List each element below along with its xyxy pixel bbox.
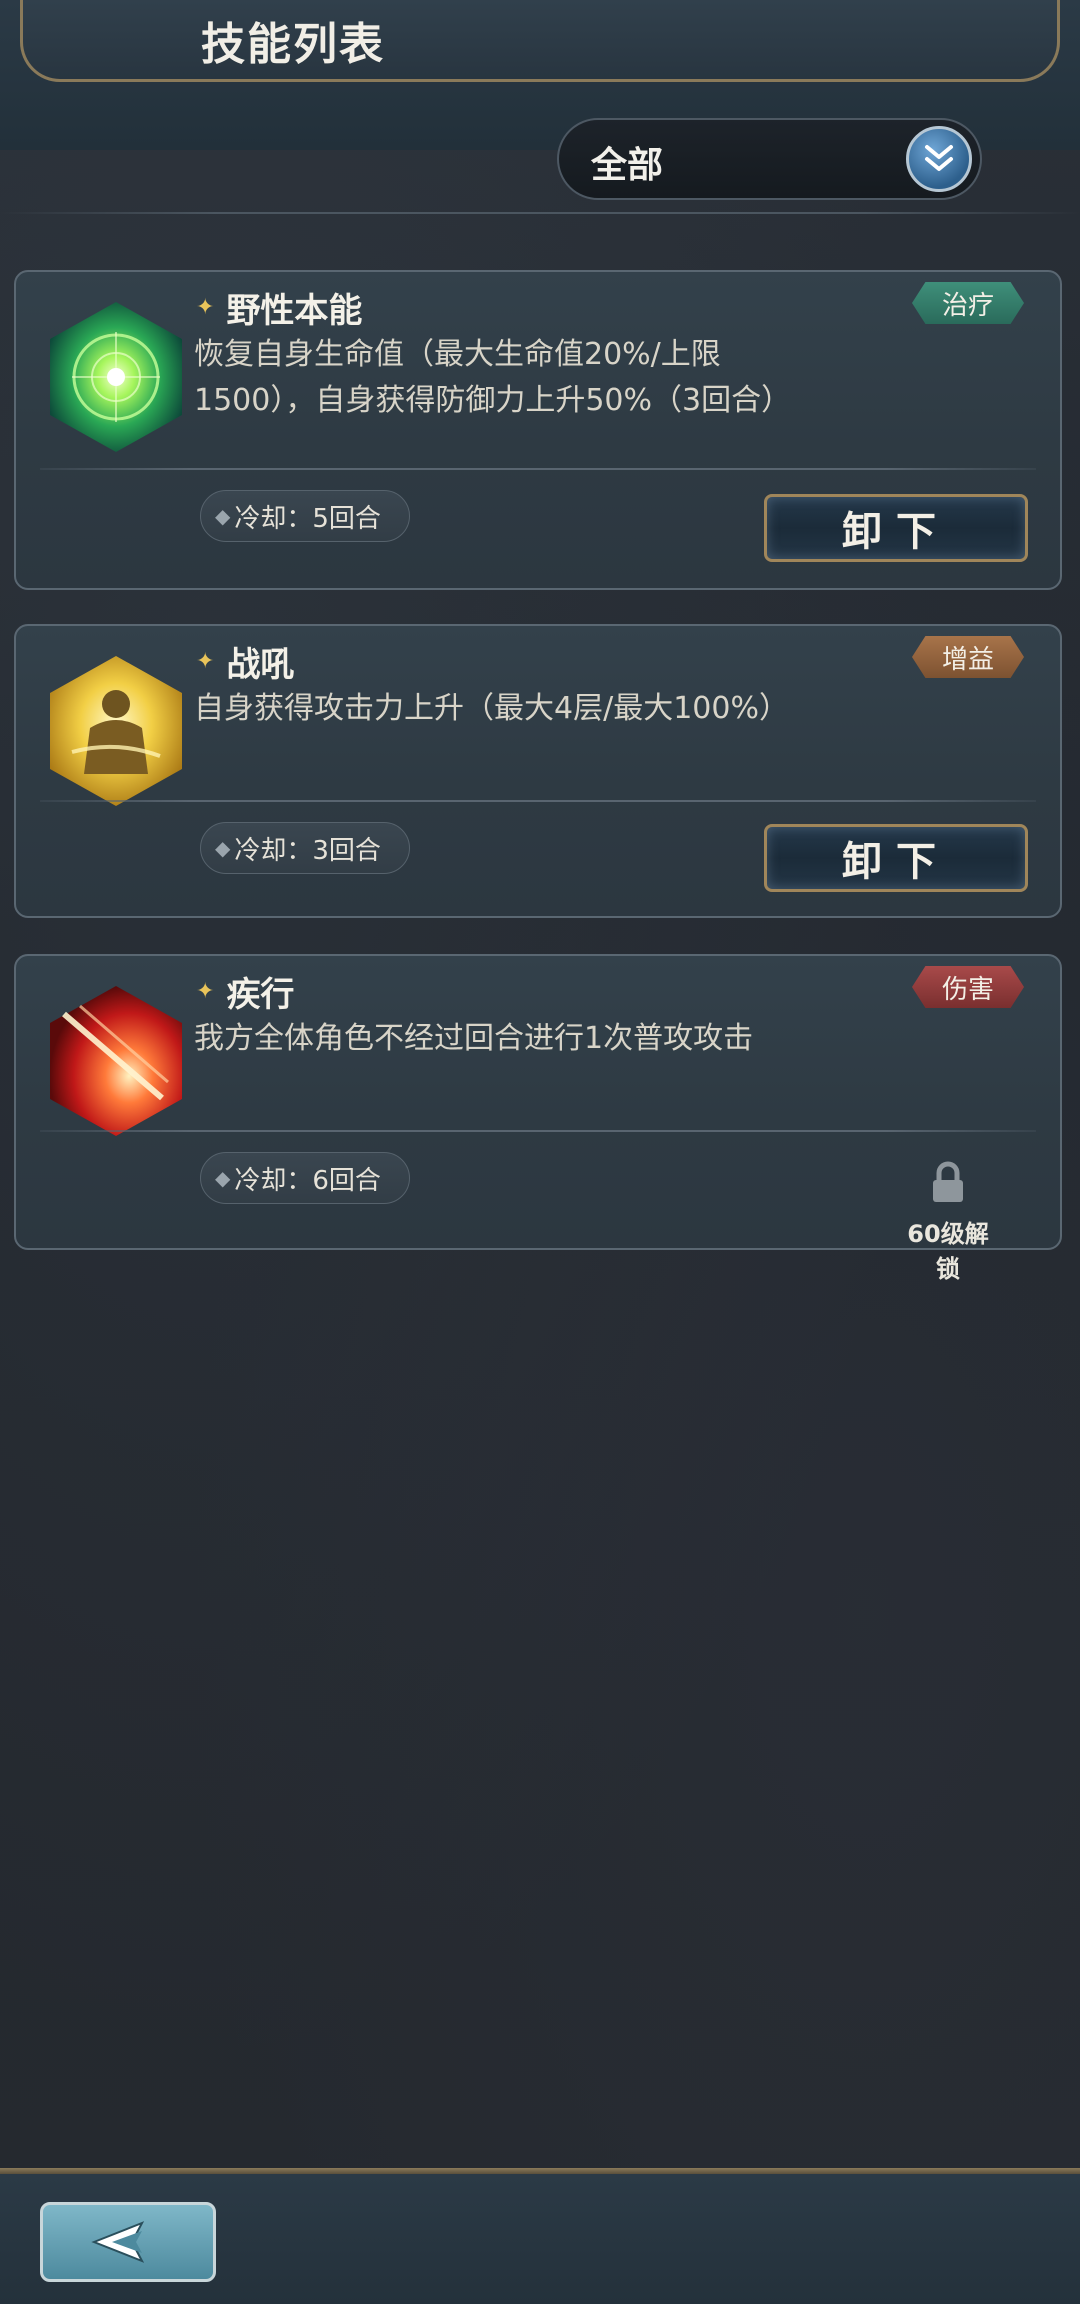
- star-icon: ✦: [196, 648, 215, 674]
- diamond-icon: ◆: [215, 1166, 231, 1190]
- title-bar: 技能列表: [20, 0, 1060, 82]
- skill-card: ✦ 疾行 伤害 我方全体角色不经过回合进行1次普攻攻击 ◆ 冷却：6回合 60级…: [14, 954, 1062, 1283]
- diamond-icon: ◆: [215, 836, 231, 860]
- cooldown-text: 冷却：5回合: [234, 503, 381, 534]
- filter-dropdown[interactable]: 全部: [557, 118, 982, 200]
- cooldown-badge: ◆ 冷却：6回合: [200, 1152, 410, 1204]
- diamond-icon: ◆: [215, 504, 231, 528]
- star-icon: ✦: [196, 294, 215, 320]
- lock-icon: [933, 1161, 963, 1202]
- header-bar: 技能列表 全部: [0, 0, 1080, 200]
- skill-name: 野性本能: [226, 290, 363, 331]
- back-arrow-icon: [91, 2221, 145, 2263]
- skill-name: 战吼: [226, 644, 295, 685]
- skill-card: ✦ 野性本能 治疗 恢复自身生命值（最大生命值20%/上限1500），自身获得防…: [14, 270, 1062, 590]
- skill-type-tag: 治疗: [912, 282, 1024, 324]
- skill-description: 我方全体角色不经过回合进行1次普攻攻击: [194, 1021, 754, 1056]
- locked-indicator: 60级解锁: [898, 1160, 998, 1284]
- skill-name-row: ✦ 疾行: [196, 966, 294, 1016]
- cooldown-badge: ◆ 冷却：3回合: [200, 822, 410, 874]
- back-button[interactable]: [40, 2202, 216, 2282]
- skill-description: 恢复自身生命值（最大生命值20%/上限1500），自身获得防御力上升50%（3回…: [194, 337, 792, 418]
- card-divider: [40, 800, 1036, 802]
- skill-name-row: ✦ 野性本能: [196, 282, 362, 332]
- unequip-button[interactable]: 卸下: [764, 824, 1028, 892]
- star-icon: ✦: [196, 978, 215, 1004]
- card-divider: [40, 1130, 1036, 1132]
- skill-description: 自身获得攻击力上升（最大4层/最大100%）: [194, 691, 789, 726]
- double-chevron-down-icon[interactable]: [906, 126, 972, 192]
- unequip-button[interactable]: 卸下: [764, 494, 1028, 562]
- skill-type-tag: 增益: [912, 636, 1024, 678]
- filter-label: 全部: [591, 145, 664, 186]
- red-slash-icon: [50, 986, 182, 1136]
- cooldown-badge: ◆ 冷却：5回合: [200, 490, 410, 542]
- skill-card: ✦ 战吼 增益 自身获得攻击力上升（最大4层/最大100%） ◆ 冷却：3回合 …: [14, 624, 1062, 918]
- card-divider: [40, 468, 1036, 470]
- skill-name-row: ✦ 战吼: [196, 636, 294, 686]
- cooldown-text: 冷却：3回合: [234, 835, 381, 866]
- unlock-level-text: 60级解锁: [907, 1220, 989, 1283]
- cooldown-text: 冷却：6回合: [234, 1165, 381, 1196]
- header-divider: [0, 212, 1080, 214]
- skill-name: 疾行: [226, 974, 295, 1015]
- green-orb-icon: [50, 302, 182, 452]
- golden-warrior-icon: [50, 656, 182, 806]
- footer-bar: [0, 2174, 1080, 2304]
- page-title: 技能列表: [201, 19, 385, 70]
- skill-type-tag: 伤害: [912, 966, 1024, 1008]
